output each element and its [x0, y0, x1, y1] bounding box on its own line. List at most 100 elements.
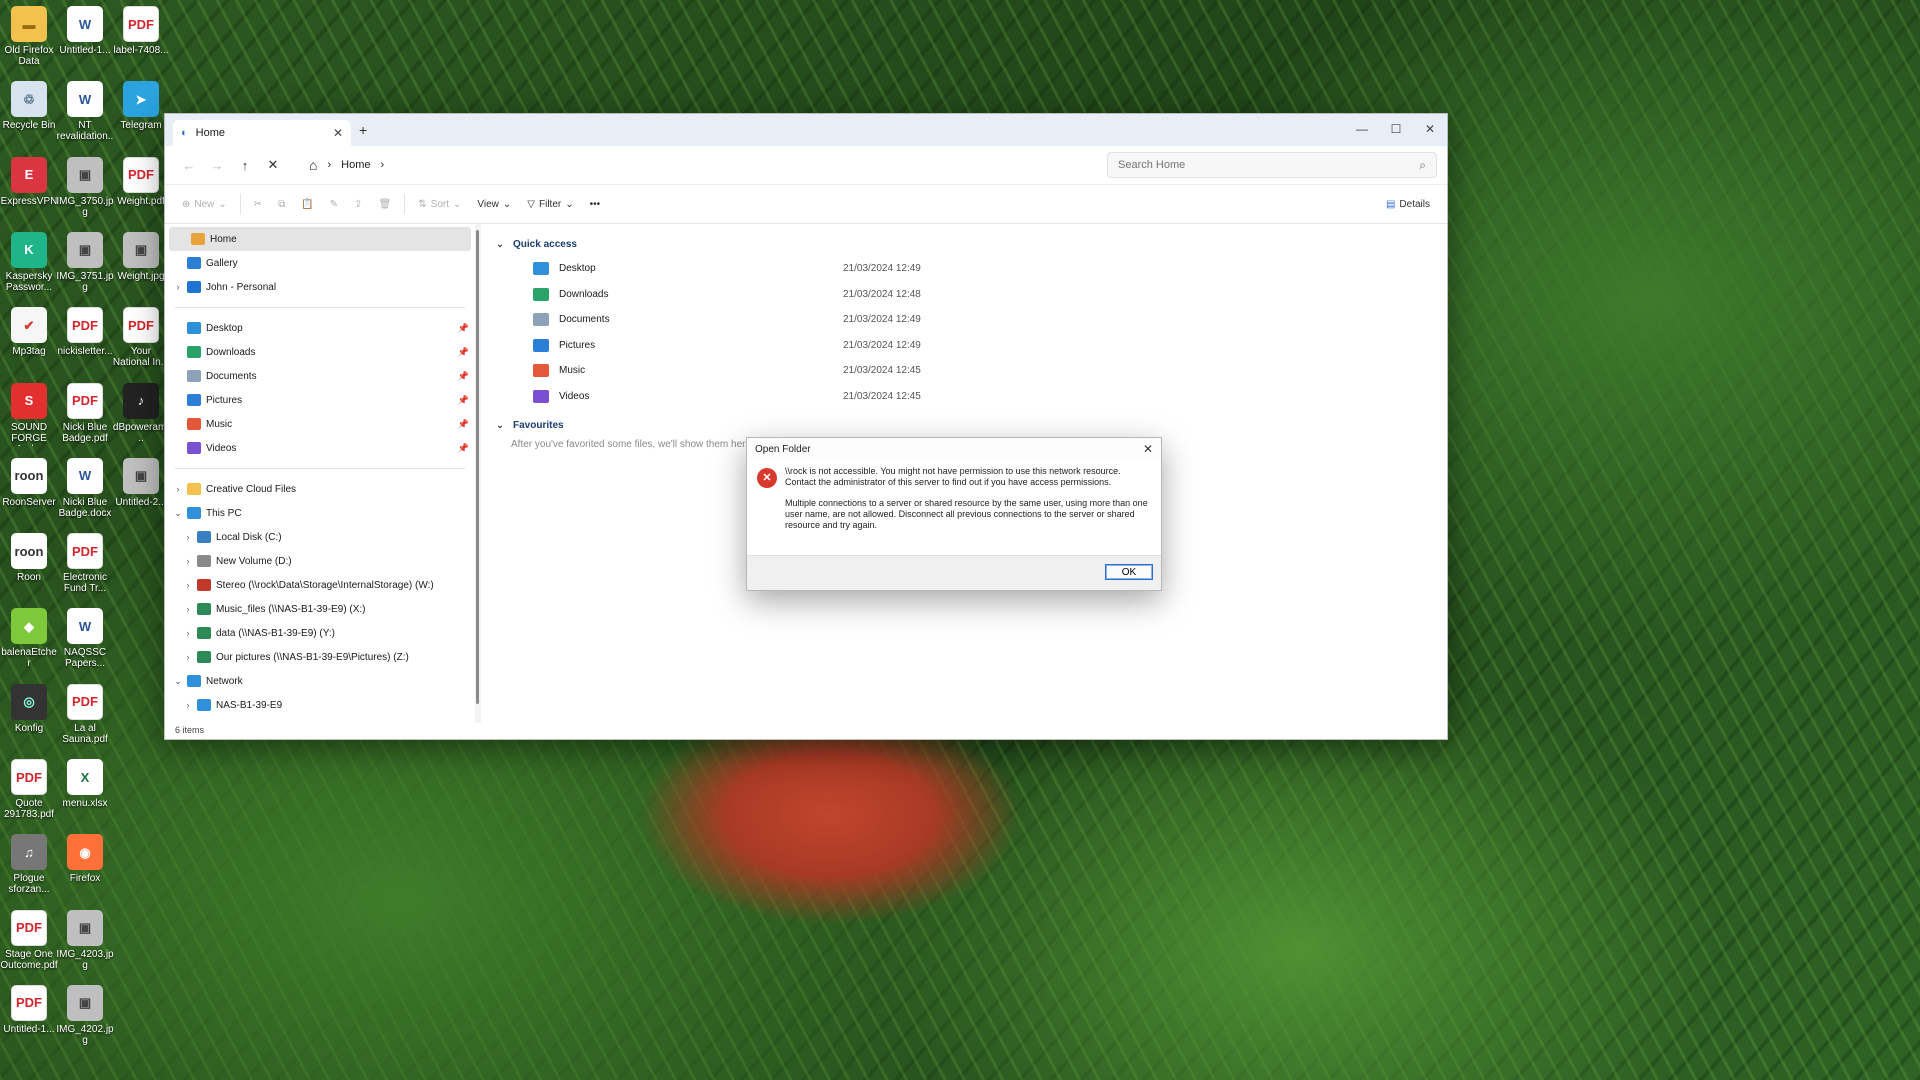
sort-button[interactable]: ⇅ Sort ⌄ [411, 190, 468, 218]
cut-button[interactable]: ✂ [247, 190, 269, 218]
new-tab-button[interactable]: + [359, 122, 367, 138]
breadcrumb-separator[interactable]: › [380, 159, 384, 171]
desktop-icon-img-4203-jpg[interactable]: ▣ IMG_4203.jpg [56, 906, 114, 980]
desktop-icon-naqssc-papers[interactable]: W NAQSSC Papers... [56, 604, 114, 678]
quick-access-item-downloads[interactable]: Downloads 21/03/2024 12:48 [493, 282, 1447, 308]
ok-button[interactable]: OK [1105, 564, 1153, 580]
forward-button[interactable]: → [203, 151, 231, 179]
sidebar-item-new-volume-d[interactable]: › New Volume (D:) [165, 549, 475, 573]
desktop-icon-roonserver[interactable]: roon RoonServer [0, 454, 58, 528]
delete-button[interactable]: 🗑 [372, 190, 399, 218]
rename-button[interactable]: ✎ [323, 190, 345, 218]
chevron-icon[interactable]: › [181, 604, 195, 614]
chevron-down-icon[interactable]: ⌄ [493, 420, 507, 431]
home-icon[interactable]: ⌂ [309, 157, 317, 173]
pin-icon[interactable]: 📌 [458, 371, 469, 382]
sidebar-item-creative-cloud-files[interactable]: › Creative Cloud Files [165, 477, 475, 501]
desktop-icon-firefox[interactable]: ◉ Firefox [56, 830, 114, 904]
pin-icon[interactable]: 📌 [458, 347, 469, 358]
chevron-icon[interactable]: › [181, 532, 195, 542]
tab-home[interactable]: ◐ Home ✕ [173, 120, 351, 146]
sidebar-item-documents[interactable]: Documents 📌 [165, 364, 475, 388]
desktop-icon-your-national-in[interactable]: PDF Your National In... [112, 303, 170, 377]
desktop-icon-untitled-2[interactable]: ▣ Untitled-2... [112, 454, 170, 528]
desktop-icon-electronic-fund-tr[interactable]: PDF Electronic Fund Tr... [56, 529, 114, 603]
sidebar-item-videos[interactable]: Videos 📌 [165, 436, 475, 460]
desktop-icon-label-7408[interactable]: PDF label-7408... [112, 2, 170, 76]
address-bar[interactable]: ⌂ › Home › [301, 152, 1091, 178]
desktop-icon-img-3750-jpg[interactable]: ▣ IMG_3750.jpg [56, 153, 114, 227]
desktop-icon-dbpoweram[interactable]: ♪ dBpoweram... [112, 379, 170, 453]
breadcrumb-separator[interactable]: › [327, 159, 331, 171]
sidebar-item-data-nas-b1-39-e9-y[interactable]: › data (\\NAS-B1-39-E9) (Y:) [165, 621, 475, 645]
sidebar-item-music-files-nas-b1-39-e9-x[interactable]: › Music_files (\\NAS-B1-39-E9) (X:) [165, 597, 475, 621]
sidebar-item-stereo-rock-data-storage-internalstorage-w[interactable]: › Stereo (\\rock\Data\Storage\InternalSto… [165, 573, 475, 597]
chevron-icon[interactable]: ⌄ [171, 508, 185, 519]
chevron-icon[interactable]: › [181, 580, 195, 590]
pin-icon[interactable]: 📌 [458, 323, 469, 334]
quick-access-item-documents[interactable]: Documents 21/03/2024 12:49 [493, 307, 1447, 333]
new-button[interactable]: ⊕ New ⌄ [175, 190, 234, 218]
pin-icon[interactable]: 📌 [458, 395, 469, 406]
desktop-icon-expressvpn[interactable]: E ExpressVPN [0, 153, 58, 227]
sidebar-item-local-disk-c[interactable]: › Local Disk (C:) [165, 525, 475, 549]
desktop-icon-menu-xlsx[interactable]: Xmenu.xlsx [56, 755, 114, 829]
desktop-icon-sound-forge-aud[interactable]: SSOUND FORGE Aud... [0, 379, 58, 453]
chevron-icon[interactable]: ⌄ [171, 676, 185, 687]
desktop-icon-untitled-1[interactable]: W Untitled-1... [56, 2, 114, 76]
search-input[interactable] [1118, 159, 1420, 171]
desktop-icon-weight-jpg[interactable]: ▣ Weight.jpg [112, 228, 170, 302]
sidebar-item-music[interactable]: Music 📌 [165, 412, 475, 436]
pin-icon[interactable]: 📌 [458, 419, 469, 430]
desktop-icon-nt-revalidation[interactable]: WNT revalidation... [56, 77, 114, 151]
chevron-icon[interactable]: › [181, 556, 195, 566]
desktop-icon-stage-one-outcome-pdf[interactable]: PDF Stage One Outcome.pdf [0, 906, 58, 980]
close-tab-icon[interactable]: ✕ [333, 126, 343, 140]
favourites-group[interactable]: ⌄ Favourites [493, 413, 1447, 437]
desktop-icon-nickisletter[interactable]: PDF nickisletter... [56, 303, 114, 377]
sidebar-item-our-pictures-nas-b1-39-e9-pictures-z[interactable]: › Our pictures (\\NAS-B1-39-E9\Pictures) … [165, 645, 475, 669]
desktop-icon-recycle-bin[interactable]: ♲ Recycle Bin [0, 77, 58, 151]
desktop-icon-quote-291783-pdf[interactable]: PDF Quote 291783.pdf [0, 755, 58, 829]
maximize-button[interactable]: ☐ [1379, 114, 1413, 144]
chevron-icon[interactable]: › [181, 652, 195, 662]
desktop-icon-la-al-sauna-pdf[interactable]: PDF La al Sauna.pdf [56, 680, 114, 754]
desktop-icon-weight-pdf[interactable]: PDF Weight.pdf [112, 153, 170, 227]
breadcrumb-home[interactable]: Home [341, 159, 370, 171]
chevron-down-icon[interactable]: ⌄ [493, 239, 507, 250]
quick-access-item-videos[interactable]: Videos 21/03/2024 12:45 [493, 384, 1447, 410]
sidebar-item-desktop[interactable]: Desktop 📌 [165, 316, 475, 340]
more-options-button[interactable]: ••• [583, 190, 608, 218]
stop-button[interactable]: ✕ [259, 151, 287, 179]
desktop-icon-untitled-1[interactable]: PDF Untitled-1... [0, 981, 58, 1055]
sidebar-item-gallery[interactable]: Gallery [165, 251, 475, 275]
desktop-icon-old-firefox-data[interactable]: ▬ Old Firefox Data [0, 2, 58, 76]
desktop-icon-konfig[interactable]: ◎ Konfig [0, 680, 58, 754]
copy-button[interactable]: ⧉ [271, 190, 292, 218]
view-button[interactable]: View ⌄ [470, 190, 518, 218]
desktop-icon-kaspersky-passwor[interactable]: K Kaspersky Passwor... [0, 228, 58, 302]
sidebar-item-pictures[interactable]: Pictures 📌 [165, 388, 475, 412]
dialog-close-button[interactable]: ✕ [1143, 442, 1153, 456]
back-button[interactable]: ← [175, 151, 203, 179]
chevron-icon[interactable]: › [181, 700, 195, 710]
filter-button[interactable]: ▽ Filter ⌄ [520, 190, 580, 218]
search-box[interactable]: ⌕ [1107, 152, 1437, 178]
navigation-pane-scrollbar[interactable] [476, 230, 479, 704]
sidebar-item-home[interactable]: Home [169, 227, 471, 251]
details-button[interactable]: ▤ Details [1379, 190, 1437, 218]
quick-access-item-pictures[interactable]: Pictures 21/03/2024 12:49 [493, 333, 1447, 359]
desktop-icon-telegram[interactable]: ➤ Telegram [112, 77, 170, 151]
chevron-icon[interactable]: › [181, 628, 195, 638]
quick-access-group[interactable]: ⌄ Quick access [493, 232, 1447, 256]
share-button[interactable]: ⇪ [347, 190, 369, 218]
sidebar-item-this-pc[interactable]: ⌄ This PC [165, 501, 475, 525]
quick-access-item-desktop[interactable]: Desktop 21/03/2024 12:49 [493, 256, 1447, 282]
desktop-icon-plogue-sforzan[interactable]: ♫ Plogue sforzan... [0, 830, 58, 904]
minimize-button[interactable]: — [1345, 114, 1379, 144]
sidebar-item-downloads[interactable]: Downloads 📌 [165, 340, 475, 364]
desktop-icon-nicki-blue-badge-pdf[interactable]: PDF Nicki Blue Badge.pdf [56, 379, 114, 453]
up-button[interactable]: ↑ [231, 151, 259, 179]
chevron-icon[interactable]: › [171, 484, 185, 494]
desktop-icon-roon[interactable]: roon Roon [0, 529, 58, 603]
